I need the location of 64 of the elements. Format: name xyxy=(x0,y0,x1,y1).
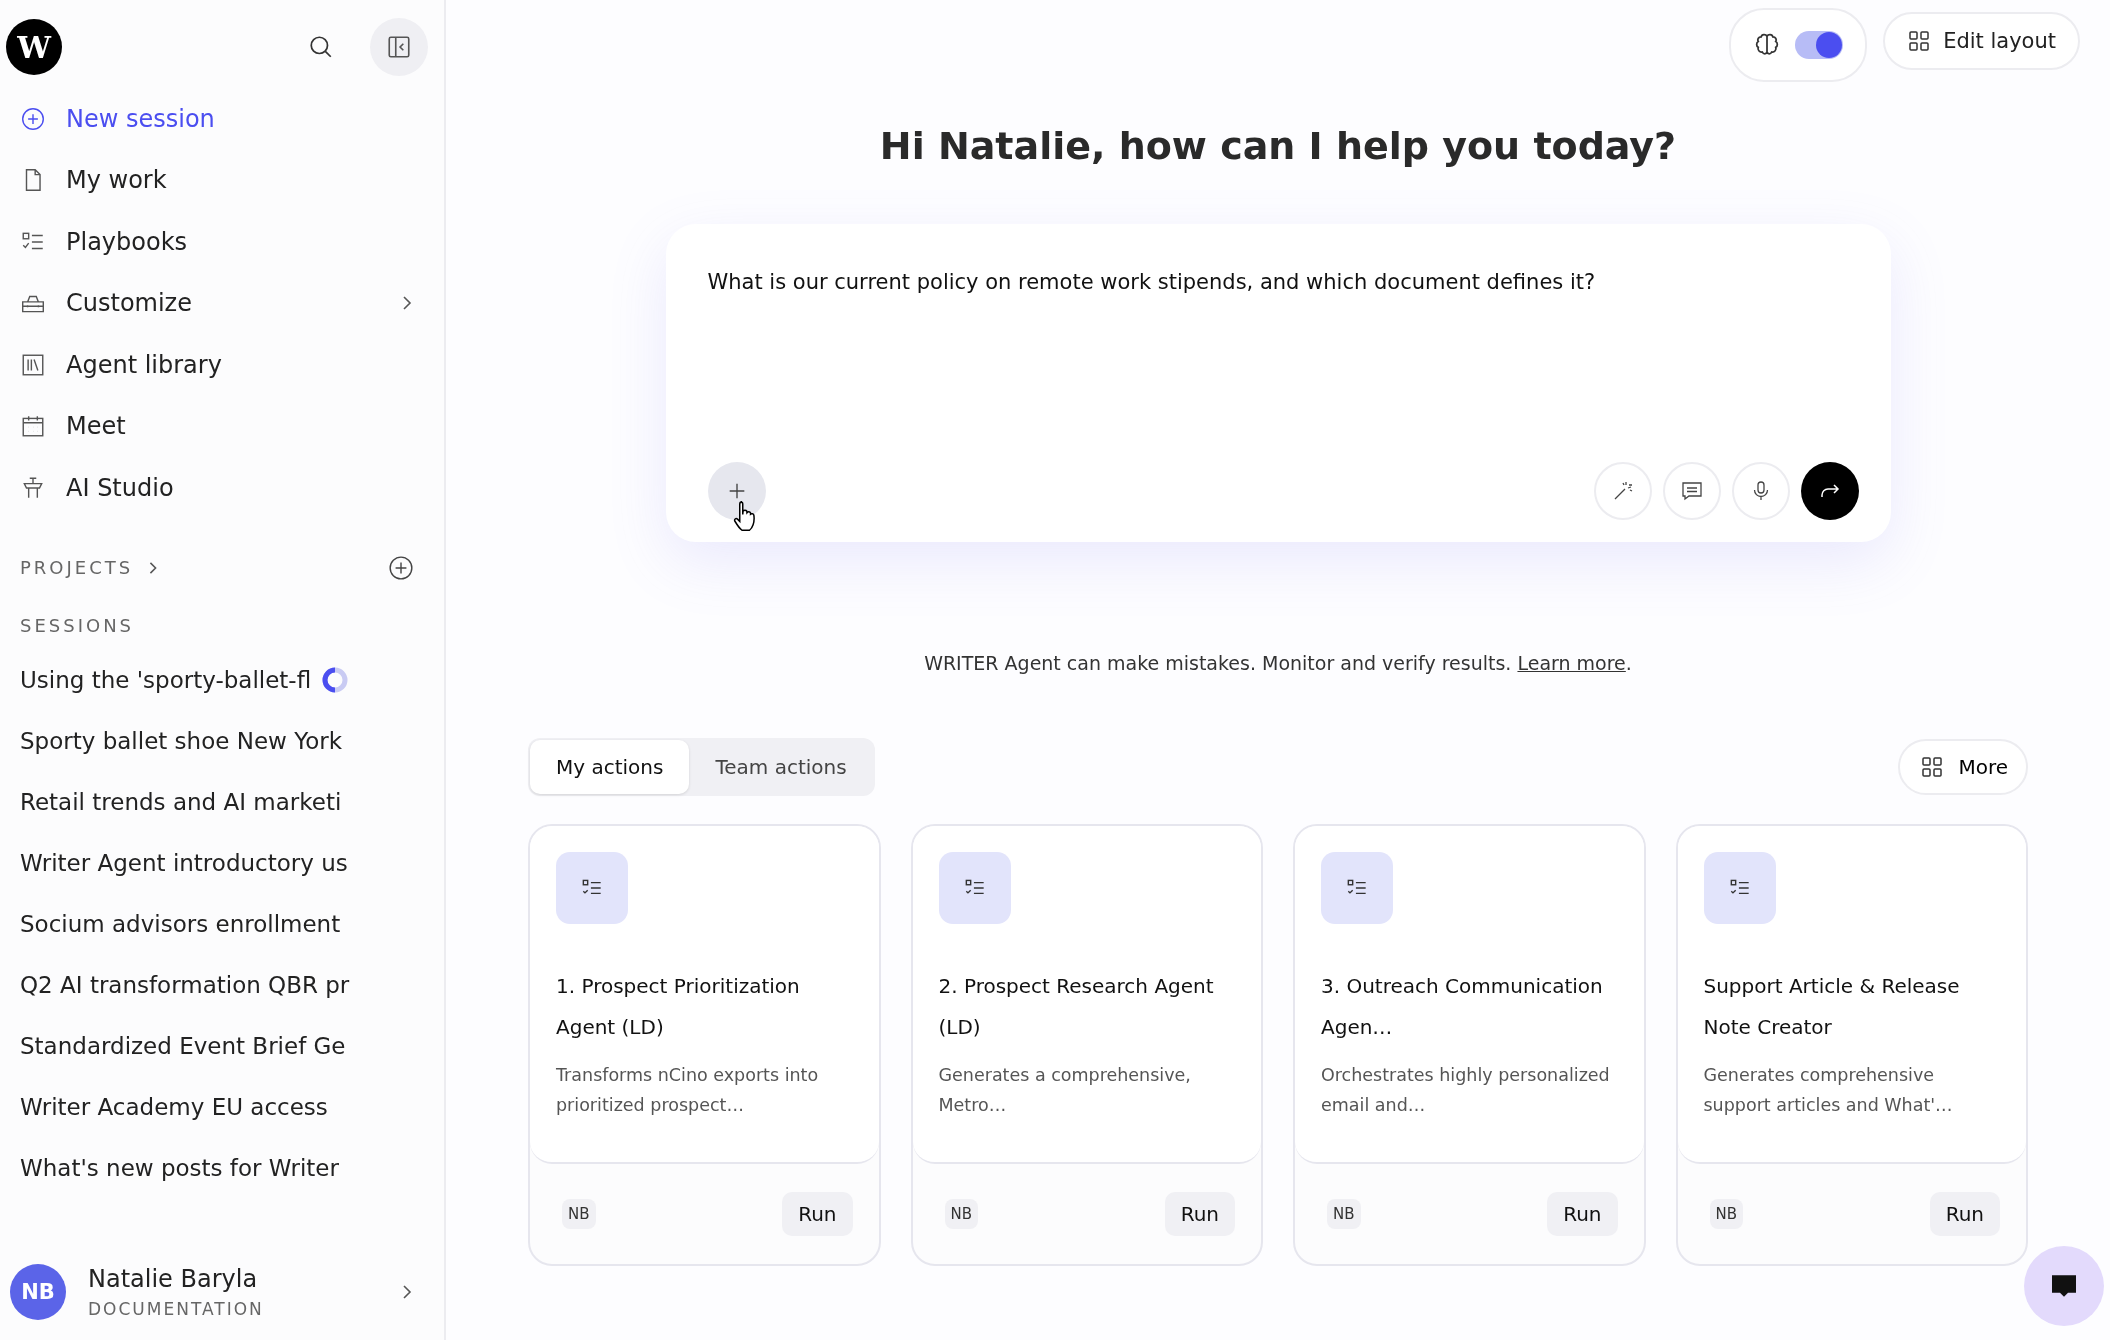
nav-item[interactable]: New session xyxy=(0,88,444,150)
tab[interactable]: Team actions xyxy=(689,740,873,794)
plus-circle-icon xyxy=(20,105,46,132)
user-name: Natalie Baryla xyxy=(88,1265,259,1293)
session-item[interactable]: Socium advisors enrollment xyxy=(0,893,444,955)
grid-icon xyxy=(1920,755,1945,779)
user-organization: DOCUMENTATION xyxy=(88,1299,265,1319)
nav-item[interactable]: Playbooks xyxy=(0,211,444,273)
session-item[interactable]: Standardized Event Brief Ge xyxy=(0,1015,444,1077)
prompt-field[interactable]: What is our current policy on remote work stipends, and which document defines it? xyxy=(707,270,1859,462)
session-item[interactable]: Sporty ballet shoe New York xyxy=(0,710,444,772)
nav-item[interactable]: AI Studio xyxy=(0,457,444,519)
action-card[interactable]: 1. Prospect Prioritization Agent (LD) Transforms nCino exports into prioritized prospect… NB Run xyxy=(528,824,881,1266)
learn-more-link[interactable]: Learn more xyxy=(1517,652,1626,674)
chat-icon xyxy=(1679,479,1704,503)
session-item[interactable]: Writer Agent introductory us xyxy=(0,832,444,894)
checklist-icon xyxy=(1703,852,1776,924)
nav-item[interactable]: Customize xyxy=(0,272,444,334)
card-title: Support Article & Release Note Creator xyxy=(1703,973,1961,1041)
sidebar-panel-icon xyxy=(386,34,412,60)
nav-item[interactable]: Agent library xyxy=(0,334,444,396)
card-title: 3. Outreach Communication Agen… xyxy=(1321,973,1604,1041)
checklist-icon xyxy=(938,852,1011,924)
owner-badge: NB xyxy=(1709,1199,1743,1229)
card-description: Transforms nCino exports into prioritized prospect… xyxy=(556,1064,820,1117)
card-description: Generates a comprehensive, Metro… xyxy=(938,1064,1192,1117)
grid-icon xyxy=(1907,29,1932,53)
nav-item[interactable]: Meet xyxy=(0,395,444,457)
card-description: Orchestrates highly personalized email and… xyxy=(1321,1064,1611,1117)
session-item[interactable]: Retail trends and AI marketi xyxy=(0,771,444,833)
card-title: 2. Prospect Research Agent (LD) xyxy=(938,973,1215,1041)
owner-badge: NB xyxy=(1327,1199,1361,1229)
run-button[interactable]: Run xyxy=(782,1192,853,1236)
disclaimer-text: WRITER Agent can make mistakes. Monitor and verify results. Learn more. xyxy=(924,652,1632,674)
owner-badge: NB xyxy=(562,1199,596,1229)
owner-badge: NB xyxy=(944,1199,978,1229)
checklist-icon xyxy=(1321,852,1393,924)
session-item[interactable]: Writer Academy EU access xyxy=(0,1076,444,1138)
action-card[interactable]: Support Article & Release Note Creator Generates comprehensive support articles and What'… NB Run xyxy=(1675,824,2028,1266)
more-button[interactable]: More xyxy=(1898,739,2028,795)
add-project-icon[interactable] xyxy=(388,554,414,581)
user-profile[interactable]: NB Natalie Baryla DOCUMENTATION xyxy=(0,1264,444,1340)
session-item[interactable]: Q2 AI transformation QBR pr xyxy=(0,954,444,1016)
run-button[interactable]: Run xyxy=(1164,1192,1235,1236)
action-card[interactable]: 2. Prospect Research Agent (LD) Generates a comprehensive, Metro… NB Run xyxy=(910,824,1263,1266)
search-icon[interactable] xyxy=(308,34,334,60)
session-item[interactable]: Using the 'sporty-ballet-fl xyxy=(0,649,444,711)
logo[interactable]: W xyxy=(6,19,62,75)
edit-layout-button[interactable]: Edit layout xyxy=(1883,12,2080,70)
send-button[interactable] xyxy=(1800,462,1859,520)
user-avatar: NB xyxy=(10,1264,66,1320)
greeting-heading: Hi Natalie, how can I help you today? xyxy=(879,124,1677,168)
sessions-heading: SESSIONS xyxy=(20,614,135,636)
session-item[interactable]: What's new posts for Writer xyxy=(0,1137,444,1199)
toggle-switch[interactable] xyxy=(1795,31,1844,59)
action-card[interactable]: 3. Outreach Communication Agen… Orchestrates highly personalized email and… NB Run xyxy=(1293,824,1646,1266)
tab[interactable]: My actions xyxy=(530,740,690,794)
card-description: Generates comprehensive support articles and What'… xyxy=(1703,1064,1954,1117)
checklist-icon xyxy=(556,852,628,924)
nav-item[interactable]: My work xyxy=(0,149,444,211)
run-button[interactable]: Run xyxy=(1547,1192,1618,1236)
run-button[interactable]: Run xyxy=(1929,1192,2000,1236)
projects-heading[interactable]: PROJECTS xyxy=(20,557,134,578)
card-title: 1. Prospect Prioritization Agent (LD) xyxy=(556,973,801,1041)
